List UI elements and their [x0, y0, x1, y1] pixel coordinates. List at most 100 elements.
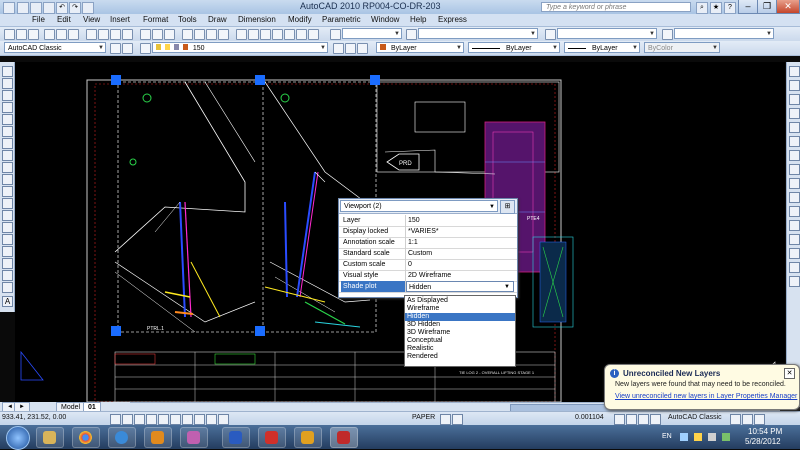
- block-editor-icon[interactable]: [140, 29, 151, 40]
- table-style-icon[interactable]: [545, 29, 556, 40]
- language-indicator[interactable]: EN: [662, 433, 672, 440]
- properties-icon[interactable]: [236, 29, 247, 40]
- save-icon[interactable]: [43, 2, 55, 14]
- viewport-grip-topright[interactable]: [370, 75, 380, 85]
- task-paint[interactable]: [180, 427, 208, 448]
- menu-file[interactable]: File: [32, 15, 45, 24]
- property-value[interactable]: *VARIES*: [406, 226, 516, 237]
- viewport-scale[interactable]: 0.001104: [575, 414, 604, 421]
- paste-icon[interactable]: [110, 29, 121, 40]
- point-icon[interactable]: [2, 222, 13, 233]
- copy-icon[interactable]: [98, 29, 109, 40]
- shade-option[interactable]: Realistic: [405, 345, 515, 353]
- menu-parametric[interactable]: Parametric: [322, 15, 361, 24]
- array-icon[interactable]: [789, 122, 800, 133]
- property-value[interactable]: 1:1: [406, 237, 516, 248]
- move-icon[interactable]: [789, 136, 800, 147]
- fillet-icon[interactable]: [789, 262, 800, 273]
- redo-tool-icon[interactable]: [164, 29, 175, 40]
- property-value[interactable]: Custom: [406, 248, 516, 259]
- viewport-grip-topleft[interactable]: [111, 75, 121, 85]
- menu-modify[interactable]: Modify: [288, 15, 312, 24]
- workspace-status[interactable]: AutoCAD Classic: [668, 414, 722, 421]
- ortho-icon[interactable]: [134, 414, 145, 425]
- shade-option[interactable]: As Displayed: [405, 297, 515, 305]
- table-icon[interactable]: [2, 270, 13, 281]
- ellipse-icon[interactable]: [2, 174, 13, 185]
- task-autocad[interactable]: [330, 427, 358, 448]
- start-button[interactable]: [6, 426, 30, 450]
- tray-network-icon[interactable]: [694, 433, 702, 441]
- ellipse-arc-icon[interactable]: [2, 186, 13, 197]
- layer-previous-icon[interactable]: [345, 43, 356, 54]
- shade-option-selected[interactable]: Hidden: [405, 313, 515, 321]
- view-layers-link[interactable]: View unreconciled new layers in Layer Pr…: [615, 393, 797, 400]
- quick-properties-toggle-icon[interactable]: [218, 414, 229, 425]
- shade-option[interactable]: 3D Hidden: [405, 321, 515, 329]
- help-tool-icon[interactable]: [308, 29, 319, 40]
- plot-icon[interactable]: [82, 2, 94, 14]
- task-acrobat[interactable]: [258, 427, 286, 448]
- workspace-combo[interactable]: AutoCAD Classic ▼: [4, 42, 106, 53]
- menu-help[interactable]: Help: [410, 15, 426, 24]
- arc-icon[interactable]: [2, 126, 13, 137]
- shade-option[interactable]: Wireframe: [405, 305, 515, 313]
- menu-view[interactable]: View: [83, 15, 100, 24]
- join-icon[interactable]: [789, 234, 800, 245]
- match-properties-icon[interactable]: [122, 29, 133, 40]
- polyline-icon[interactable]: [2, 90, 13, 101]
- zoom-realtime-icon[interactable]: [194, 29, 205, 40]
- menu-insert[interactable]: Insert: [110, 15, 130, 24]
- otrack-icon[interactable]: [170, 414, 181, 425]
- stretch-icon[interactable]: [789, 178, 800, 189]
- polar-icon[interactable]: [146, 414, 157, 425]
- task-explorer[interactable]: [36, 427, 64, 448]
- paper-toggle[interactable]: PAPER: [412, 414, 435, 421]
- task-ie[interactable]: [108, 427, 136, 448]
- dim-style-combo[interactable]: ▼: [418, 28, 538, 39]
- make-current-icon[interactable]: [333, 43, 344, 54]
- undo-icon[interactable]: ↶: [56, 2, 68, 14]
- design-center-icon[interactable]: [248, 29, 259, 40]
- close-icon[interactable]: ✕: [784, 368, 795, 379]
- viewport-grip-topmid[interactable]: [255, 75, 265, 85]
- multiline-text-icon[interactable]: [2, 282, 13, 293]
- mirror-icon[interactable]: [789, 94, 800, 105]
- property-value[interactable]: 2D Wireframe: [406, 270, 516, 281]
- restore-button[interactable]: ❐: [757, 0, 777, 14]
- make-block-icon[interactable]: [2, 210, 13, 221]
- quick-view-drawings-icon[interactable]: [452, 414, 463, 425]
- help-search-input[interactable]: Type a keyword or phrase: [541, 2, 691, 12]
- pan-status-icon[interactable]: [614, 414, 625, 425]
- plotstyle-combo[interactable]: ByColor ▼: [644, 42, 720, 53]
- markup-icon[interactable]: [284, 29, 295, 40]
- snap-icon[interactable]: [110, 414, 121, 425]
- tray-battery-icon[interactable]: [722, 433, 730, 441]
- property-value[interactable]: 150: [406, 215, 516, 226]
- break-icon[interactable]: [789, 220, 800, 231]
- erase-icon[interactable]: [789, 66, 800, 77]
- menu-format[interactable]: Format: [143, 15, 168, 24]
- search-icon[interactable]: ⌕: [696, 2, 708, 14]
- minimize-button[interactable]: –: [738, 0, 758, 14]
- polygon-icon[interactable]: [2, 102, 13, 113]
- circle-icon[interactable]: [2, 138, 13, 149]
- spline-icon[interactable]: [2, 162, 13, 173]
- clock-time[interactable]: 10:54 PM: [748, 427, 782, 436]
- task-outlook[interactable]: [294, 427, 322, 448]
- explode-icon[interactable]: [789, 276, 800, 287]
- gradient-icon[interactable]: [2, 246, 13, 257]
- steering-wheel-icon[interactable]: [638, 414, 649, 425]
- close-button[interactable]: ✕: [776, 0, 800, 14]
- selection-combo[interactable]: Viewport (2) ▼: [340, 200, 498, 212]
- line-icon[interactable]: [2, 66, 13, 77]
- star-icon[interactable]: ★: [710, 2, 722, 14]
- text-a-icon[interactable]: A: [2, 296, 13, 307]
- gear-icon[interactable]: [122, 43, 133, 54]
- qnew-icon[interactable]: [4, 29, 15, 40]
- print-icon[interactable]: [44, 29, 55, 40]
- task-media[interactable]: [144, 427, 172, 448]
- quick-view-layouts-icon[interactable]: [440, 414, 451, 425]
- menu-window[interactable]: Window: [371, 15, 399, 24]
- clock-date[interactable]: 5/28/2012: [745, 437, 781, 446]
